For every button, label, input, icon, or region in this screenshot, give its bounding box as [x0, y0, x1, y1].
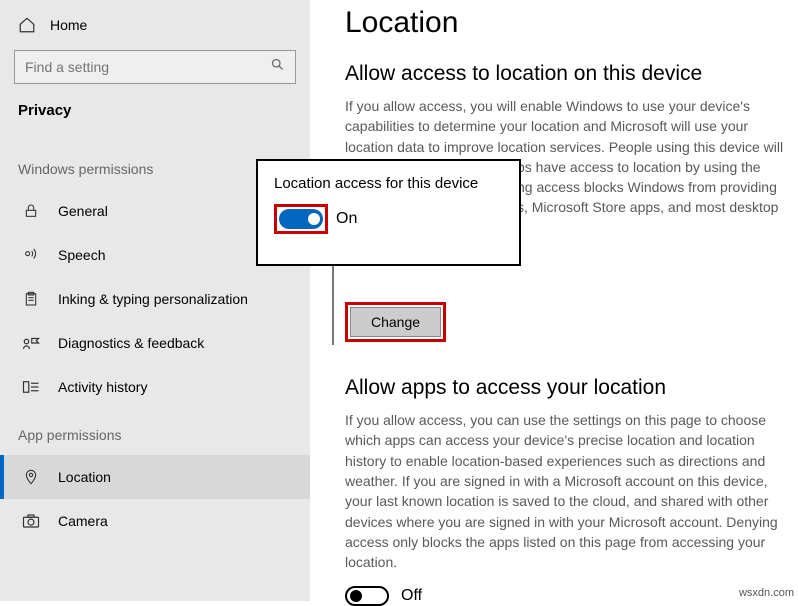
sidebar-item-location[interactable]: Location	[0, 455, 310, 499]
sidebar-item-activity[interactable]: Activity history	[0, 365, 310, 409]
feedback-icon	[22, 334, 40, 352]
apps-location-toggle[interactable]: Off	[345, 586, 795, 606]
toggle-track	[345, 586, 389, 606]
change-button[interactable]: Change	[350, 307, 441, 337]
home-icon	[18, 16, 36, 34]
popup-title: Location access for this device	[274, 175, 503, 192]
section2-heading: Allow apps to access your location	[345, 376, 795, 400]
main-content: Location Allow access to location on thi…	[345, 0, 795, 606]
device-location-toggle[interactable]	[279, 209, 323, 229]
sidebar-item-label: Speech	[58, 247, 105, 263]
toggle-label: Off	[401, 587, 422, 605]
speech-icon	[22, 246, 40, 264]
sidebar-item-label: Activity history	[58, 379, 147, 395]
section2-body: If you allow access, you can use the set…	[345, 410, 795, 572]
popup-toggle-label: On	[336, 210, 357, 228]
search-box[interactable]	[14, 50, 296, 84]
lock-icon	[22, 202, 40, 220]
sidebar-item-label: Inking & typing personalization	[58, 291, 248, 307]
page-title: Location	[345, 6, 795, 40]
sidebar-item-diagnostics[interactable]: Diagnostics & feedback	[0, 321, 310, 365]
home-label: Home	[50, 17, 87, 33]
change-highlight: Change	[345, 302, 446, 342]
sidebar-item-label: Location	[58, 469, 111, 485]
location-icon	[22, 468, 40, 486]
section1-heading: Allow access to location on this device	[345, 62, 795, 86]
toggle-knob	[308, 213, 320, 225]
category-label: Privacy	[0, 102, 310, 143]
sidebar-item-inking[interactable]: Inking & typing personalization	[0, 277, 310, 321]
sidebar: Home Privacy Windows permissions General…	[0, 0, 310, 601]
search-icon	[270, 57, 285, 77]
activity-icon	[22, 378, 40, 396]
search-input[interactable]	[25, 59, 270, 75]
sidebar-item-label: General	[58, 203, 108, 219]
sidebar-item-camera[interactable]: Camera	[0, 499, 310, 543]
sidebar-item-label: Diagnostics & feedback	[58, 335, 204, 351]
home-nav[interactable]: Home	[0, 8, 310, 46]
sidebar-item-label: Camera	[58, 513, 108, 529]
watermark: wsxdn.com	[739, 587, 794, 599]
camera-icon	[22, 512, 40, 530]
group-app-permissions: App permissions	[0, 409, 310, 455]
clipboard-icon	[22, 290, 40, 308]
popup-toggle-highlight	[274, 204, 328, 234]
location-access-popup: Location access for this device On	[256, 159, 521, 266]
